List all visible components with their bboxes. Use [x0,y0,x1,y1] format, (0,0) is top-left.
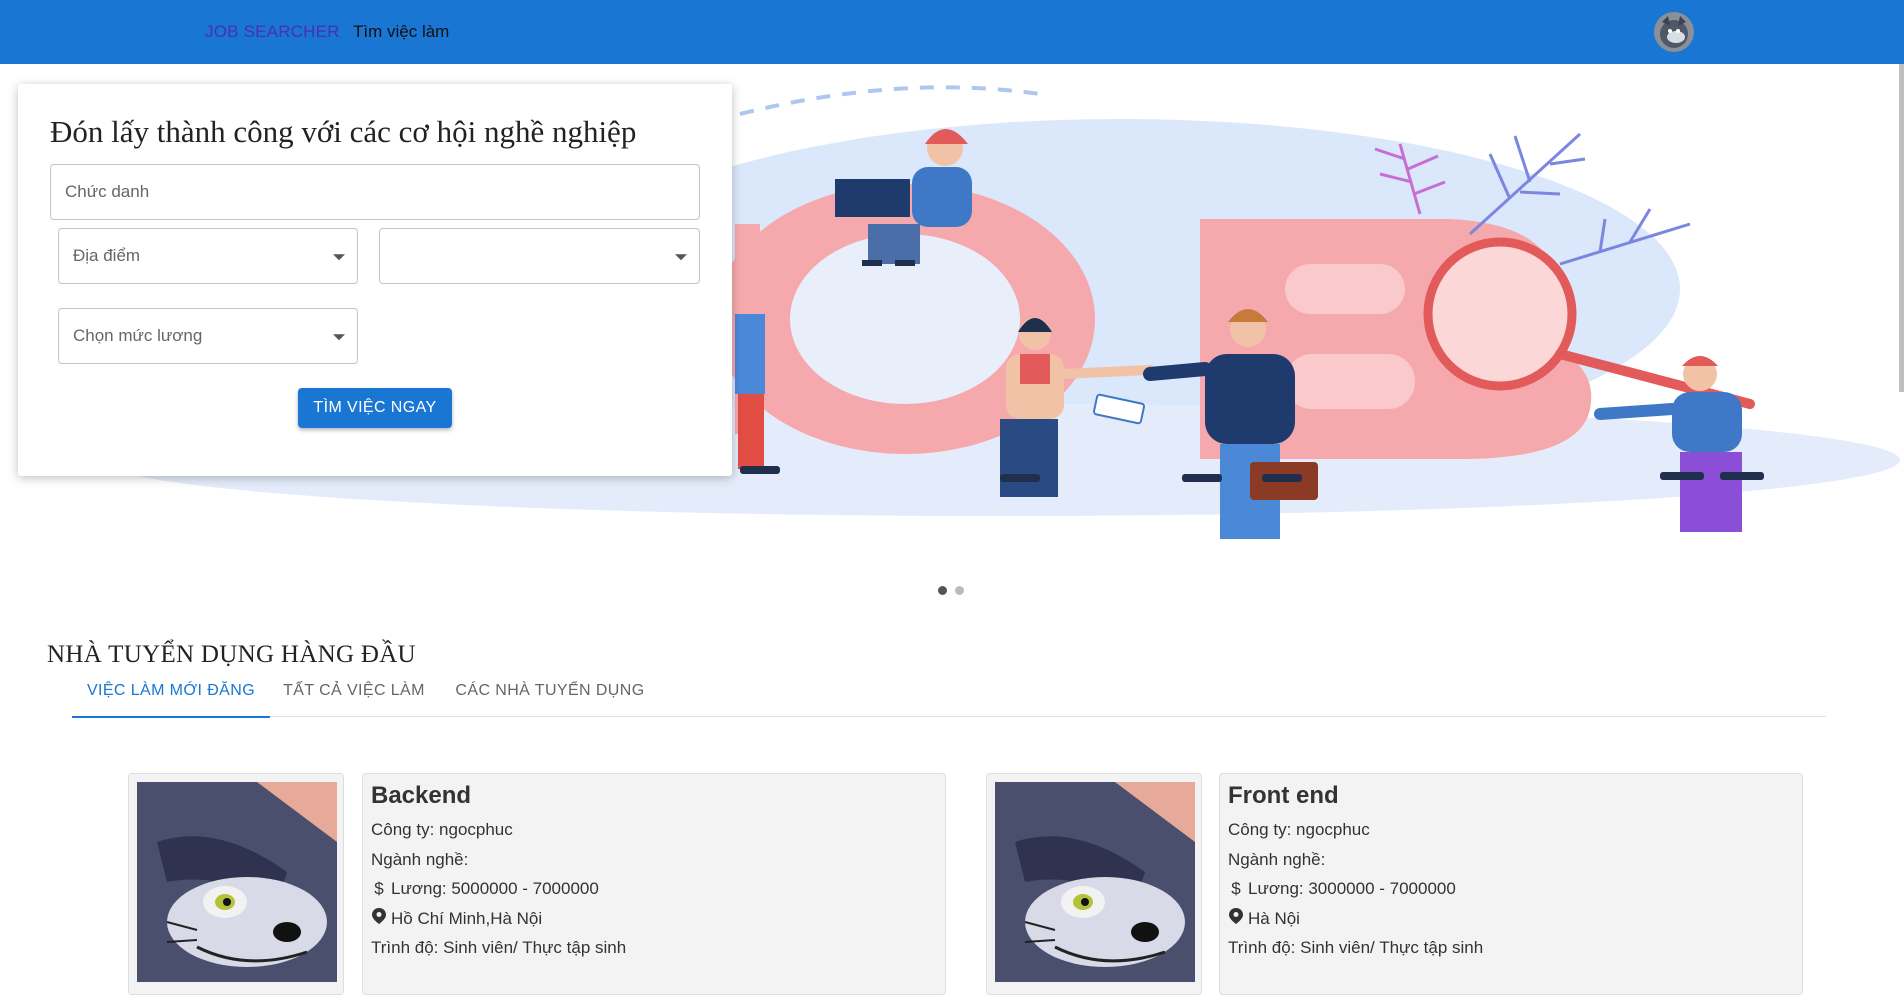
job-level: Trình độ: Sinh viên/ Thực tập sinh [371,938,627,957]
job-location: Hà Nội [1248,909,1300,928]
job-salary: Lương: 5000000 - 7000000 [391,879,599,898]
job-card-image-box[interactable] [986,773,1202,995]
job-company: Công ty: ngocphuc [371,820,513,839]
top-employers-heading: NHÀ TUYỂN DỤNG HÀNG ĐẦU [47,641,416,668]
tab-all-jobs[interactable]: TẤT CẢ VIỆC LÀM [280,676,428,716]
job-title-input[interactable]: Chức danh [50,164,700,220]
user-avatar[interactable] [1654,12,1694,52]
dollar-icon: $ [1231,879,1241,898]
job-card-image-box[interactable] [128,773,344,995]
avatar-image [1654,12,1694,52]
tab-new-jobs[interactable]: VIỆC LÀM MỚI ĐĂNG [72,676,270,718]
salary-placeholder: Chọn mức lương [73,326,203,345]
salary-select[interactable]: Chọn mức lương [58,308,358,364]
location-select[interactable]: Địa điểm [58,228,358,284]
job-industry: Ngành nghề: [1228,850,1326,869]
carousel-dot-1[interactable] [938,586,947,595]
company-logo-image [137,782,337,982]
find-job-now-button[interactable]: TÌM VIỆC NGAY [298,388,452,428]
job-title[interactable]: Backend [371,782,471,810]
job-location: Hồ Chí Minh,Hà Nội [391,909,543,928]
brand-logo-link[interactable]: JOB SEARCHER [205,22,340,42]
job-salary-row: $ Lương: 5000000 - 7000000 [371,879,599,899]
job-card-info[interactable]: Backend Công ty: ngocphuc Ngành nghề: $ L… [362,773,946,995]
job-salary-row: $ Lương: 3000000 - 7000000 [1228,879,1456,899]
job-salary: Lương: 3000000 - 7000000 [1248,879,1456,898]
job-title[interactable]: Front end [1228,782,1339,810]
map-pin-icon [1228,908,1244,929]
map-pin-icon [371,908,387,929]
nav-find-jobs-link[interactable]: Tìm việc làm [353,22,449,42]
chevron-down-icon [333,334,345,341]
carousel-dots [938,582,968,600]
job-industry: Ngành nghề: [371,850,469,869]
job-company: Công ty: ngocphuc [1228,820,1370,839]
location-placeholder: Địa điểm [73,246,141,265]
carousel-dot-2[interactable] [955,586,965,595]
tab-employers[interactable]: CÁC NHÀ TUYỂN DỤNG [452,676,648,716]
chevron-down-icon [675,254,687,261]
company-logo-image [995,782,1195,982]
job-tabs: VIỆC LÀM MỚI ĐĂNG TẤT CẢ VIỆC LÀM CÁC NH… [72,676,1826,718]
dollar-icon: $ [374,879,384,898]
secondary-select[interactable] [379,228,700,284]
job-card-info[interactable]: Front end Công ty: ngocphuc Ngành nghề: … [1219,773,1803,995]
job-title-placeholder: Chức danh [65,182,150,201]
top-app-bar: JOB SEARCHER Tìm việc làm [0,0,1904,64]
job-location-row: Hồ Chí Minh,Hà Nội [371,908,542,929]
job-search-card: Đón lấy thành công với các cơ hội nghề n… [18,84,732,476]
job-location-row: Hà Nội [1228,908,1300,929]
chevron-down-icon [333,254,345,261]
job-level: Trình độ: Sinh viên/ Thực tập sinh [1228,938,1484,957]
search-card-title: Đón lấy thành công với các cơ hội nghề n… [50,114,637,149]
